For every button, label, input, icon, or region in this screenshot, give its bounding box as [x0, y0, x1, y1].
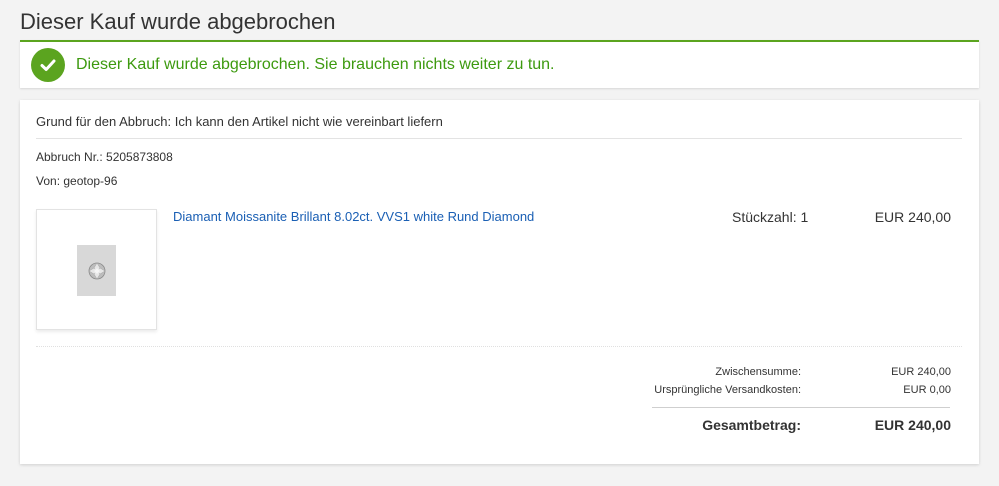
dotted-divider [36, 346, 962, 347]
cancel-number: Abbruch Nr.: 5205873808 [36, 150, 173, 164]
item-title-link[interactable]: Diamant Moissanite Brillant 8.02ct. VVS1… [173, 209, 534, 224]
item-price: EUR 240,00 [874, 209, 951, 225]
total-value: EUR 240,00 [874, 417, 951, 433]
total-divider [652, 407, 950, 408]
diamond-icon [88, 262, 105, 279]
page-title: Dieser Kauf wurde abgebrochen [20, 9, 336, 34]
subtotal-value: EUR 240,00 [891, 366, 951, 378]
success-banner: Dieser Kauf wurde abgebrochen. Sie brauc… [20, 40, 979, 88]
check-icon [31, 48, 65, 82]
cancel-reason: Grund für den Abbruch: Ich kann den Arti… [36, 114, 443, 129]
diamond-image [77, 245, 116, 296]
subtotal-label: Zwischensumme: [715, 366, 801, 378]
banner-message: Dieser Kauf wurde abgebrochen. Sie brauc… [76, 56, 555, 73]
seller-name: Von: geotop-96 [36, 174, 118, 188]
divider [36, 138, 962, 139]
total-label: Gesamtbetrag: [702, 417, 801, 433]
item-quantity: Stückzahl: 1 [732, 209, 809, 225]
shipping-value: EUR 0,00 [903, 384, 951, 396]
order-details-card: Grund für den Abbruch: Ich kann den Arti… [20, 100, 979, 464]
item-thumbnail[interactable] [36, 209, 157, 330]
shipping-label: Ursprüngliche Versandkosten: [654, 384, 801, 396]
